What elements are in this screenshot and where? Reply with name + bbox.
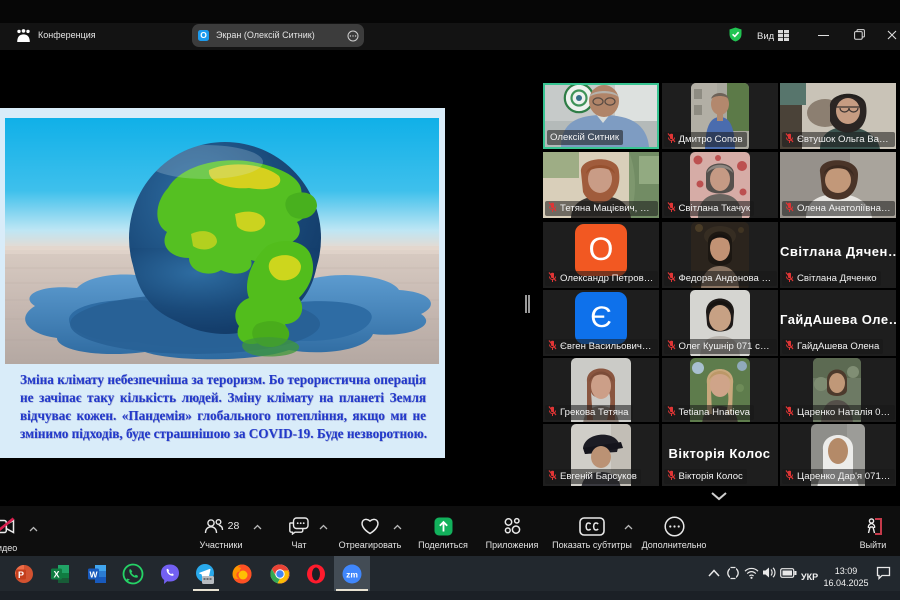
svg-text:P: P [18, 570, 24, 580]
svg-text:X: X [53, 570, 59, 580]
svg-text:W: W [89, 570, 98, 580]
svg-text:zm: zm [346, 570, 358, 580]
